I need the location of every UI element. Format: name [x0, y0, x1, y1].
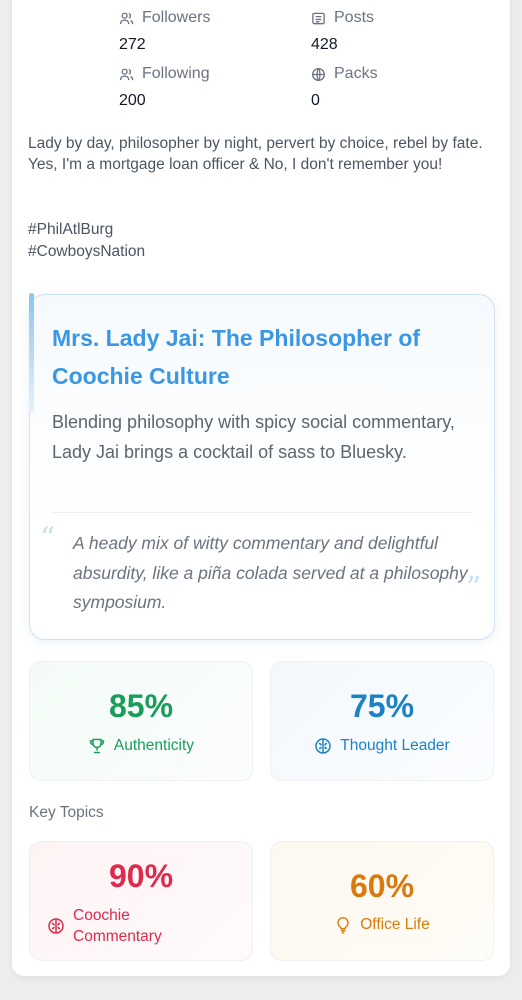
key-topics-heading: Key Topics [29, 804, 104, 821]
hashtag[interactable]: #PhilAtlBurg [28, 219, 145, 241]
topic-office-life: 60% Office Life [270, 841, 494, 961]
feature-title: Mrs. Lady Jai: The Philosopher of Coochi… [52, 325, 421, 389]
posts-icon [312, 12, 325, 24]
stat-value: 0 [311, 92, 320, 109]
stat-followers[interactable]: Followers 272 [119, 9, 210, 54]
topic-coochie-commentary: 90% Coochie Commentary [29, 841, 253, 961]
trophy-icon [89, 738, 105, 754]
stat-label: Packs [334, 65, 378, 82]
stat-value: 200 [119, 92, 146, 109]
lightbulb-icon [337, 917, 349, 934]
stat-posts[interactable]: Posts 428 [311, 9, 374, 54]
hashtag[interactable]: #CowboysNation [28, 241, 145, 263]
metric-authenticity: 85% Authenticity [29, 661, 253, 781]
user-icon [119, 68, 134, 80]
metric-value: 75% [349, 688, 415, 724]
divider [52, 512, 472, 513]
stat-value: 428 [311, 36, 338, 53]
topic-value: 60% [349, 868, 415, 904]
topic-value: 90% [108, 858, 174, 894]
accent-bar [29, 293, 34, 413]
close-quote-icon: ” [466, 571, 482, 606]
stat-following[interactable]: Following 200 [119, 65, 210, 110]
open-quote-icon: “ [40, 521, 56, 556]
users-icon [119, 12, 134, 24]
stat-value: 272 [119, 36, 146, 53]
brain-icon [48, 918, 64, 934]
brain-icon [315, 738, 332, 754]
stat-label: Posts [334, 9, 375, 26]
globe-icon [312, 67, 325, 81]
feature-card: Mrs. Lady Jai: The Philosopher of Coochi… [29, 293, 495, 640]
feature-quote: A heady mix of witty commentary and deli… [73, 533, 468, 612]
feature-description: Blending philosophy with spicy social co… [52, 412, 455, 462]
profile-bio: Lady by day, philosopher by night, perve… [28, 135, 483, 173]
metric-value: 85% [108, 688, 174, 724]
metric-label: Thought Leader [340, 737, 450, 754]
topic-label: Coochie Commentary [73, 907, 162, 945]
stat-label: Followers [142, 9, 211, 26]
hashtag-list: #PhilAtlBurg #CowboysNation [28, 219, 145, 263]
stat-label: Following [142, 65, 210, 82]
metric-thought-leader: 75% Thought Leader [270, 661, 494, 781]
metric-label: Authenticity [113, 737, 195, 754]
stat-packs[interactable]: Packs 0 [311, 65, 378, 110]
topic-label: Office Life [360, 916, 430, 933]
